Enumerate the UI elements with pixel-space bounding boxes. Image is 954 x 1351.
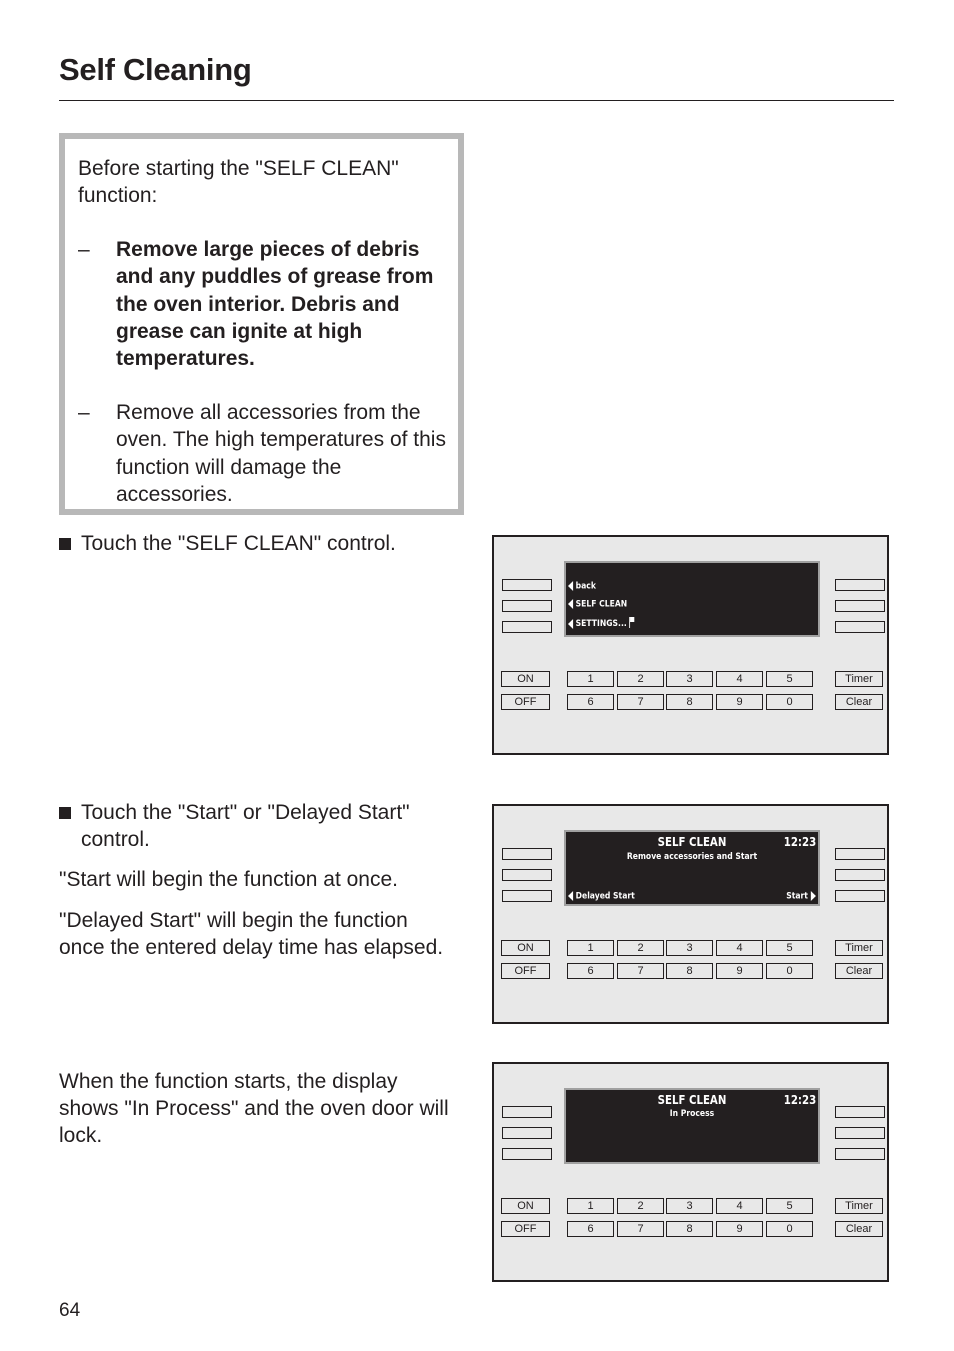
display-screen: SELF CLEAN 12:23 Remove accessories and … bbox=[564, 830, 820, 906]
delayed-start-option[interactable]: Delayed Start bbox=[568, 890, 635, 901]
key-5[interactable]: 5 bbox=[766, 940, 813, 956]
key-0[interactable]: 0 bbox=[766, 1221, 813, 1237]
key-7[interactable]: 7 bbox=[617, 963, 664, 979]
left-soft-key-3[interactable] bbox=[502, 621, 552, 633]
on-button[interactable]: ON bbox=[501, 940, 550, 956]
left-soft-key-2[interactable] bbox=[502, 600, 552, 612]
display-status: In Process bbox=[669, 1109, 715, 1119]
key-2[interactable]: 2 bbox=[617, 671, 664, 687]
menu-item-self-clean[interactable]: SELF CLEAN bbox=[568, 599, 627, 610]
on-button[interactable]: ON bbox=[501, 1198, 550, 1214]
arrow-left-icon bbox=[568, 618, 574, 629]
step-3-text: When the function starts, the display sh… bbox=[59, 1070, 449, 1147]
arrow-right-icon bbox=[810, 890, 816, 901]
display-clock: 12:23 bbox=[783, 1093, 816, 1107]
key-4[interactable]: 4 bbox=[716, 671, 763, 687]
display-screen: SELF CLEAN 12:23 In Process bbox=[564, 1088, 820, 1164]
start-option[interactable]: Start bbox=[787, 890, 816, 901]
off-button[interactable]: OFF bbox=[501, 963, 550, 979]
left-soft-key-2[interactable] bbox=[502, 1127, 552, 1139]
control-panel-menu: back SELF CLEAN SETTINGS... ON OFF 1 2 3… bbox=[492, 535, 889, 755]
key-6[interactable]: 6 bbox=[567, 1221, 614, 1237]
control-panel-in-process: SELF CLEAN 12:23 In Process ON OFF 1 2 3… bbox=[492, 1062, 889, 1282]
display-clock: 12:23 bbox=[783, 835, 816, 849]
dash-marker: – bbox=[78, 401, 90, 424]
arrow-left-icon bbox=[568, 599, 574, 609]
right-soft-key-2[interactable] bbox=[835, 600, 885, 612]
menu-item-settings[interactable]: SETTINGS... bbox=[568, 617, 635, 629]
clear-button[interactable]: Clear bbox=[835, 694, 883, 710]
right-soft-key-3[interactable] bbox=[835, 890, 885, 902]
right-soft-key-3[interactable] bbox=[835, 1148, 885, 1160]
key-1[interactable]: 1 bbox=[567, 940, 614, 956]
bullet-square-icon bbox=[59, 538, 71, 550]
right-soft-key-1[interactable] bbox=[835, 579, 885, 591]
key-3[interactable]: 3 bbox=[666, 1198, 713, 1214]
left-soft-key-3[interactable] bbox=[502, 1148, 552, 1160]
control-panel-start: SELF CLEAN 12:23 Remove accessories and … bbox=[492, 804, 889, 1024]
key-3[interactable]: 3 bbox=[666, 940, 713, 956]
key-9[interactable]: 9 bbox=[716, 694, 763, 710]
display-screen: back SELF CLEAN SETTINGS... bbox=[564, 561, 820, 637]
right-soft-key-1[interactable] bbox=[835, 1106, 885, 1118]
warning-intro: Before starting the "SELF CLEAN" functio… bbox=[78, 157, 399, 207]
clear-button[interactable]: Clear bbox=[835, 1221, 883, 1237]
left-soft-key-1[interactable] bbox=[502, 579, 552, 591]
arrow-left-icon bbox=[568, 581, 574, 591]
key-4[interactable]: 4 bbox=[716, 1198, 763, 1214]
step-2-text: Touch the "Start" or "Delayed Start" con… bbox=[81, 801, 410, 851]
right-soft-key-3[interactable] bbox=[835, 621, 885, 633]
timer-button[interactable]: Timer bbox=[835, 940, 883, 956]
dash-marker: – bbox=[78, 238, 90, 261]
display-title: SELF CLEAN bbox=[657, 1093, 727, 1107]
on-button[interactable]: ON bbox=[501, 671, 550, 687]
key-0[interactable]: 0 bbox=[766, 694, 813, 710]
key-4[interactable]: 4 bbox=[716, 940, 763, 956]
display-subtitle: Remove accessories and Start bbox=[626, 852, 758, 862]
key-2[interactable]: 2 bbox=[617, 1198, 664, 1214]
key-6[interactable]: 6 bbox=[567, 694, 614, 710]
key-8[interactable]: 8 bbox=[666, 1221, 713, 1237]
key-9[interactable]: 9 bbox=[716, 1221, 763, 1237]
key-3[interactable]: 3 bbox=[666, 671, 713, 687]
left-soft-key-2[interactable] bbox=[502, 869, 552, 881]
key-9[interactable]: 9 bbox=[716, 963, 763, 979]
key-7[interactable]: 7 bbox=[617, 694, 664, 710]
right-soft-key-2[interactable] bbox=[835, 869, 885, 881]
flag-icon bbox=[629, 617, 635, 628]
right-soft-key-2[interactable] bbox=[835, 1127, 885, 1139]
key-1[interactable]: 1 bbox=[567, 671, 614, 687]
menu-item-back[interactable]: back bbox=[568, 581, 596, 592]
clear-button[interactable]: Clear bbox=[835, 963, 883, 979]
left-soft-key-3[interactable] bbox=[502, 890, 552, 902]
right-soft-key-1[interactable] bbox=[835, 848, 885, 860]
key-5[interactable]: 5 bbox=[766, 1198, 813, 1214]
key-5[interactable]: 5 bbox=[766, 671, 813, 687]
left-soft-key-1[interactable] bbox=[502, 848, 552, 860]
off-button[interactable]: OFF bbox=[501, 1221, 550, 1237]
key-8[interactable]: 8 bbox=[666, 963, 713, 979]
arrow-left-icon bbox=[568, 890, 574, 901]
warning-item-text: Remove large pieces of debris and any pu… bbox=[116, 238, 434, 371]
key-8[interactable]: 8 bbox=[666, 694, 713, 710]
timer-button[interactable]: Timer bbox=[835, 671, 883, 687]
step-2-note-1: "Start will begin the function at once. bbox=[59, 868, 398, 891]
warning-box: Before starting the "SELF CLEAN" functio… bbox=[59, 133, 464, 515]
key-1[interactable]: 1 bbox=[567, 1198, 614, 1214]
key-7[interactable]: 7 bbox=[617, 1221, 664, 1237]
key-0[interactable]: 0 bbox=[766, 963, 813, 979]
left-soft-key-1[interactable] bbox=[502, 1106, 552, 1118]
display-title: SELF CLEAN bbox=[657, 835, 727, 849]
page-number: 64 bbox=[59, 1300, 81, 1321]
step-1-text: Touch the "SELF CLEAN" control. bbox=[81, 532, 396, 555]
warning-item-text: Remove all accessories from the oven. Th… bbox=[116, 401, 446, 506]
step-2-note-2: "Delayed Start" will begin the function … bbox=[59, 909, 444, 959]
title-divider bbox=[59, 100, 894, 101]
bullet-square-icon bbox=[59, 807, 71, 819]
key-2[interactable]: 2 bbox=[617, 940, 664, 956]
off-button[interactable]: OFF bbox=[501, 694, 550, 710]
timer-button[interactable]: Timer bbox=[835, 1198, 883, 1214]
key-6[interactable]: 6 bbox=[567, 963, 614, 979]
page-title: Self Cleaning bbox=[59, 52, 252, 87]
